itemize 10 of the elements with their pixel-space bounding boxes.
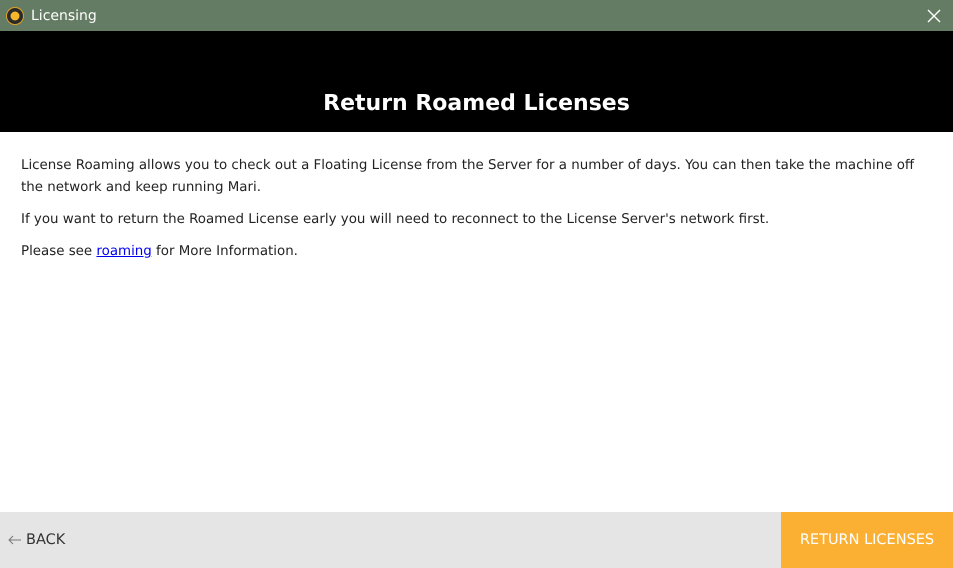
close-icon[interactable]: [927, 8, 941, 22]
paragraph: License Roaming allows you to check out a Floating License from the Server for a number of days. You can then take the machine off the network and keep running Mari.: [21, 157, 916, 197]
paragraph: If you want to return the Roamed License early you will need to reconnect to the License Server's network first.: [21, 211, 770, 229]
arrow-left-icon: [8, 535, 22, 545]
page-title: Return Roamed Licenses: [323, 91, 630, 116]
paragraph: Please see roaming for More Information.: [21, 243, 299, 261]
app-logo-icon: [6, 6, 24, 24]
window-title: Licensing: [31, 8, 98, 24]
roaming-link[interactable]: roaming: [96, 244, 152, 259]
back-button[interactable]: BACK: [0, 512, 74, 568]
